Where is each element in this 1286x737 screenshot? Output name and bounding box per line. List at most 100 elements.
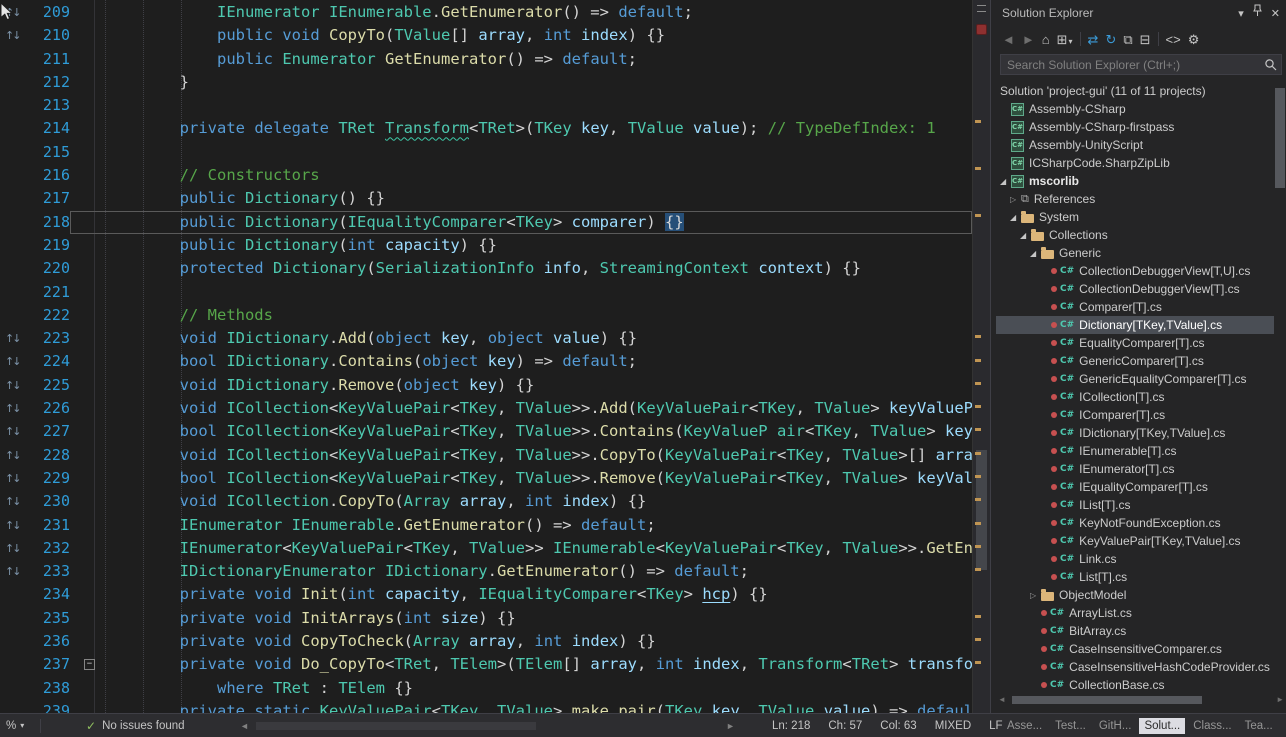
expanded-icon[interactable]: ◢	[1020, 231, 1031, 240]
tree-item[interactable]: ◢C#mscorlib	[996, 172, 1274, 190]
refresh-icon[interactable]: ↻	[1105, 33, 1116, 46]
line-number[interactable]: 232	[26, 537, 70, 560]
tree-item[interactable]: C#ICSharpCode.SharpZipLib	[996, 154, 1274, 172]
expanded-icon[interactable]: ◢	[1000, 177, 1011, 186]
document-health-indicator[interactable]: ✓ No issues found	[86, 714, 185, 737]
scroll-left-icon[interactable]: ◄	[998, 695, 1006, 704]
code-text[interactable]	[70, 281, 972, 304]
panel-tab[interactable]: Class...	[1188, 718, 1236, 734]
code-text[interactable]: // Methods	[70, 304, 972, 327]
tree-item[interactable]: C#IComparer[T].cs	[996, 406, 1274, 424]
tree-item[interactable]: C#BitArray.cs	[996, 622, 1274, 640]
code-text[interactable]: }	[70, 71, 972, 94]
hscroll-left-icon[interactable]: ◄	[240, 714, 249, 737]
usages-nav-icon[interactable]: ↑↓	[0, 24, 26, 47]
code-line[interactable]: 213	[0, 94, 972, 117]
usages-nav-icon[interactable]: ↑↓	[0, 514, 26, 537]
tree-item[interactable]: C#CollectionDebuggerView[T,U].cs	[996, 262, 1274, 280]
code-line[interactable]: 220 protected Dictionary(SerializationIn…	[0, 257, 972, 280]
line-number[interactable]: 219	[26, 234, 70, 257]
tree-item[interactable]: C#Link.cs	[996, 550, 1274, 568]
code-line[interactable]: 216 // Constructors	[0, 164, 972, 187]
code-line[interactable]: −237 private void Do_CopyTo<TRet, TElem>…	[0, 653, 972, 676]
line-number[interactable]: 214	[26, 117, 70, 140]
code-line[interactable]: ↑↓231 IEnumerator IEnumerable.GetEnumera…	[0, 514, 972, 537]
hscroll-right-icon[interactable]: ►	[726, 714, 735, 737]
usages-nav-icon[interactable]: ↑↓	[0, 350, 26, 373]
line-number[interactable]: 209	[26, 1, 70, 24]
code-text[interactable]: protected Dictionary(SerializationInfo i…	[70, 257, 972, 280]
tree-item[interactable]: C#Assembly-UnityScript	[996, 136, 1274, 154]
code-text[interactable]: void ICollection.CopyTo(Array array, int…	[70, 490, 972, 513]
tree-item[interactable]: Solution 'project-gui' (11 of 11 project…	[996, 82, 1274, 100]
panel-title-bar[interactable]: Solution Explorer ▾✕	[996, 0, 1286, 26]
code-line[interactable]: 219 public Dictionary(int capacity) {}	[0, 234, 972, 257]
line-number[interactable]: 231	[26, 514, 70, 537]
line-number[interactable]: 228	[26, 444, 70, 467]
line-number[interactable]: 211	[26, 48, 70, 71]
status-field[interactable]: Ch: 57	[828, 720, 862, 732]
panel-tab[interactable]: Test...	[1050, 718, 1091, 734]
panel-tab[interactable]: Tea...	[1240, 718, 1278, 734]
line-number[interactable]: 233	[26, 560, 70, 583]
code-line[interactable]: 236 private void CopyToCheck(Array array…	[0, 630, 972, 653]
line-number[interactable]: 230	[26, 490, 70, 513]
status-field[interactable]: Col: 63	[880, 720, 916, 732]
split-window-grip-icon[interactable]	[977, 5, 986, 12]
code-line[interactable]: ↑↓232 IEnumerator<KeyValuePair<TKey, TVa…	[0, 537, 972, 560]
line-number[interactable]: 235	[26, 607, 70, 630]
code-text[interactable]: private void InitArrays(int size) {}	[70, 607, 972, 630]
code-line[interactable]: 238 where TRet : TElem {}	[0, 677, 972, 700]
code-line[interactable]: 218 public Dictionary(IEqualityComparer<…	[0, 211, 972, 234]
zoom-control[interactable]: % ▾	[6, 714, 24, 737]
error-marker-icon[interactable]	[976, 24, 987, 35]
usages-nav-icon[interactable]: ↑↓	[0, 397, 26, 420]
line-number[interactable]: 226	[26, 397, 70, 420]
code-line[interactable]: 221	[0, 281, 972, 304]
line-number[interactable]: 222	[26, 304, 70, 327]
collapse-all-icon[interactable]: ⊟	[1140, 33, 1151, 46]
code-text[interactable]	[70, 141, 972, 164]
line-number[interactable]: 234	[26, 583, 70, 606]
tree-item[interactable]: ◢System	[996, 208, 1274, 226]
line-number[interactable]: 216	[26, 164, 70, 187]
code-text[interactable]: private delegate TRet Transform<TRet>(TK…	[70, 117, 972, 140]
code-text[interactable]: private void Init(int capacity, IEqualit…	[70, 583, 972, 606]
code-line[interactable]: 235 private void InitArrays(int size) {}	[0, 607, 972, 630]
code-text[interactable]: IDictionaryEnumerator IDictionary.GetEnu…	[70, 560, 972, 583]
editor-horizontal-scrollbar[interactable]	[256, 721, 722, 731]
code-line[interactable]: ↑↓223 void IDictionary.Add(object key, o…	[0, 327, 972, 350]
search-box[interactable]	[1000, 54, 1282, 75]
expanded-icon[interactable]: ◢	[1010, 213, 1021, 222]
collapsed-icon[interactable]: ▷	[1030, 591, 1041, 600]
scrollbar-thumb[interactable]	[1275, 88, 1285, 188]
code-line[interactable]: ↑↓226 void ICollection<KeyValuePair<TKey…	[0, 397, 972, 420]
code-text[interactable]: IEnumerator<KeyValuePair<TKey, TValue>> …	[70, 537, 972, 560]
code-text[interactable]: IEnumerator IEnumerable.GetEnumerator() …	[70, 1, 972, 24]
code-text[interactable]: public Dictionary(int capacity) {}	[70, 234, 972, 257]
tree-item[interactable]: C#EqualityComparer[T].cs	[996, 334, 1274, 352]
tree-item[interactable]: C#IEnumerable[T].cs	[996, 442, 1274, 460]
line-number[interactable]: 237	[26, 653, 70, 676]
tree-item[interactable]: C#ICollection[T].cs	[996, 388, 1274, 406]
usages-nav-icon[interactable]: ↑↓	[0, 537, 26, 560]
code-line[interactable]: 214 private delegate TRet Transform<TRet…	[0, 117, 972, 140]
navigate-back-icon[interactable]: ◄	[1002, 33, 1015, 46]
properties-icon[interactable]: ⚙	[1188, 33, 1200, 46]
line-number[interactable]: 225	[26, 374, 70, 397]
code-text[interactable]: public Dictionary() {}	[70, 187, 972, 210]
scroll-right-icon[interactable]: ►	[1276, 695, 1284, 704]
line-number[interactable]: 229	[26, 467, 70, 490]
code-line[interactable]: 222 // Methods	[0, 304, 972, 327]
tree-item[interactable]: C#Assembly-CSharp-firstpass	[996, 118, 1274, 136]
sync-with-active-document-icon[interactable]: ⇄	[1088, 33, 1099, 46]
code-text[interactable]: public Dictionary(IEqualityComparer<TKey…	[70, 211, 972, 234]
status-field[interactable]: MIXED	[935, 720, 971, 732]
status-field[interactable]: LF	[989, 720, 1002, 732]
switch-views-icon[interactable]: ⊞▾	[1057, 33, 1073, 46]
tree-vertical-scrollbar[interactable]	[1275, 82, 1285, 692]
line-number[interactable]: 236	[26, 630, 70, 653]
tree-item[interactable]: C#List[T].cs	[996, 568, 1274, 586]
usages-nav-icon[interactable]: ↑↓	[0, 420, 26, 443]
tree-item[interactable]: C#Assembly-CSharp	[996, 100, 1274, 118]
